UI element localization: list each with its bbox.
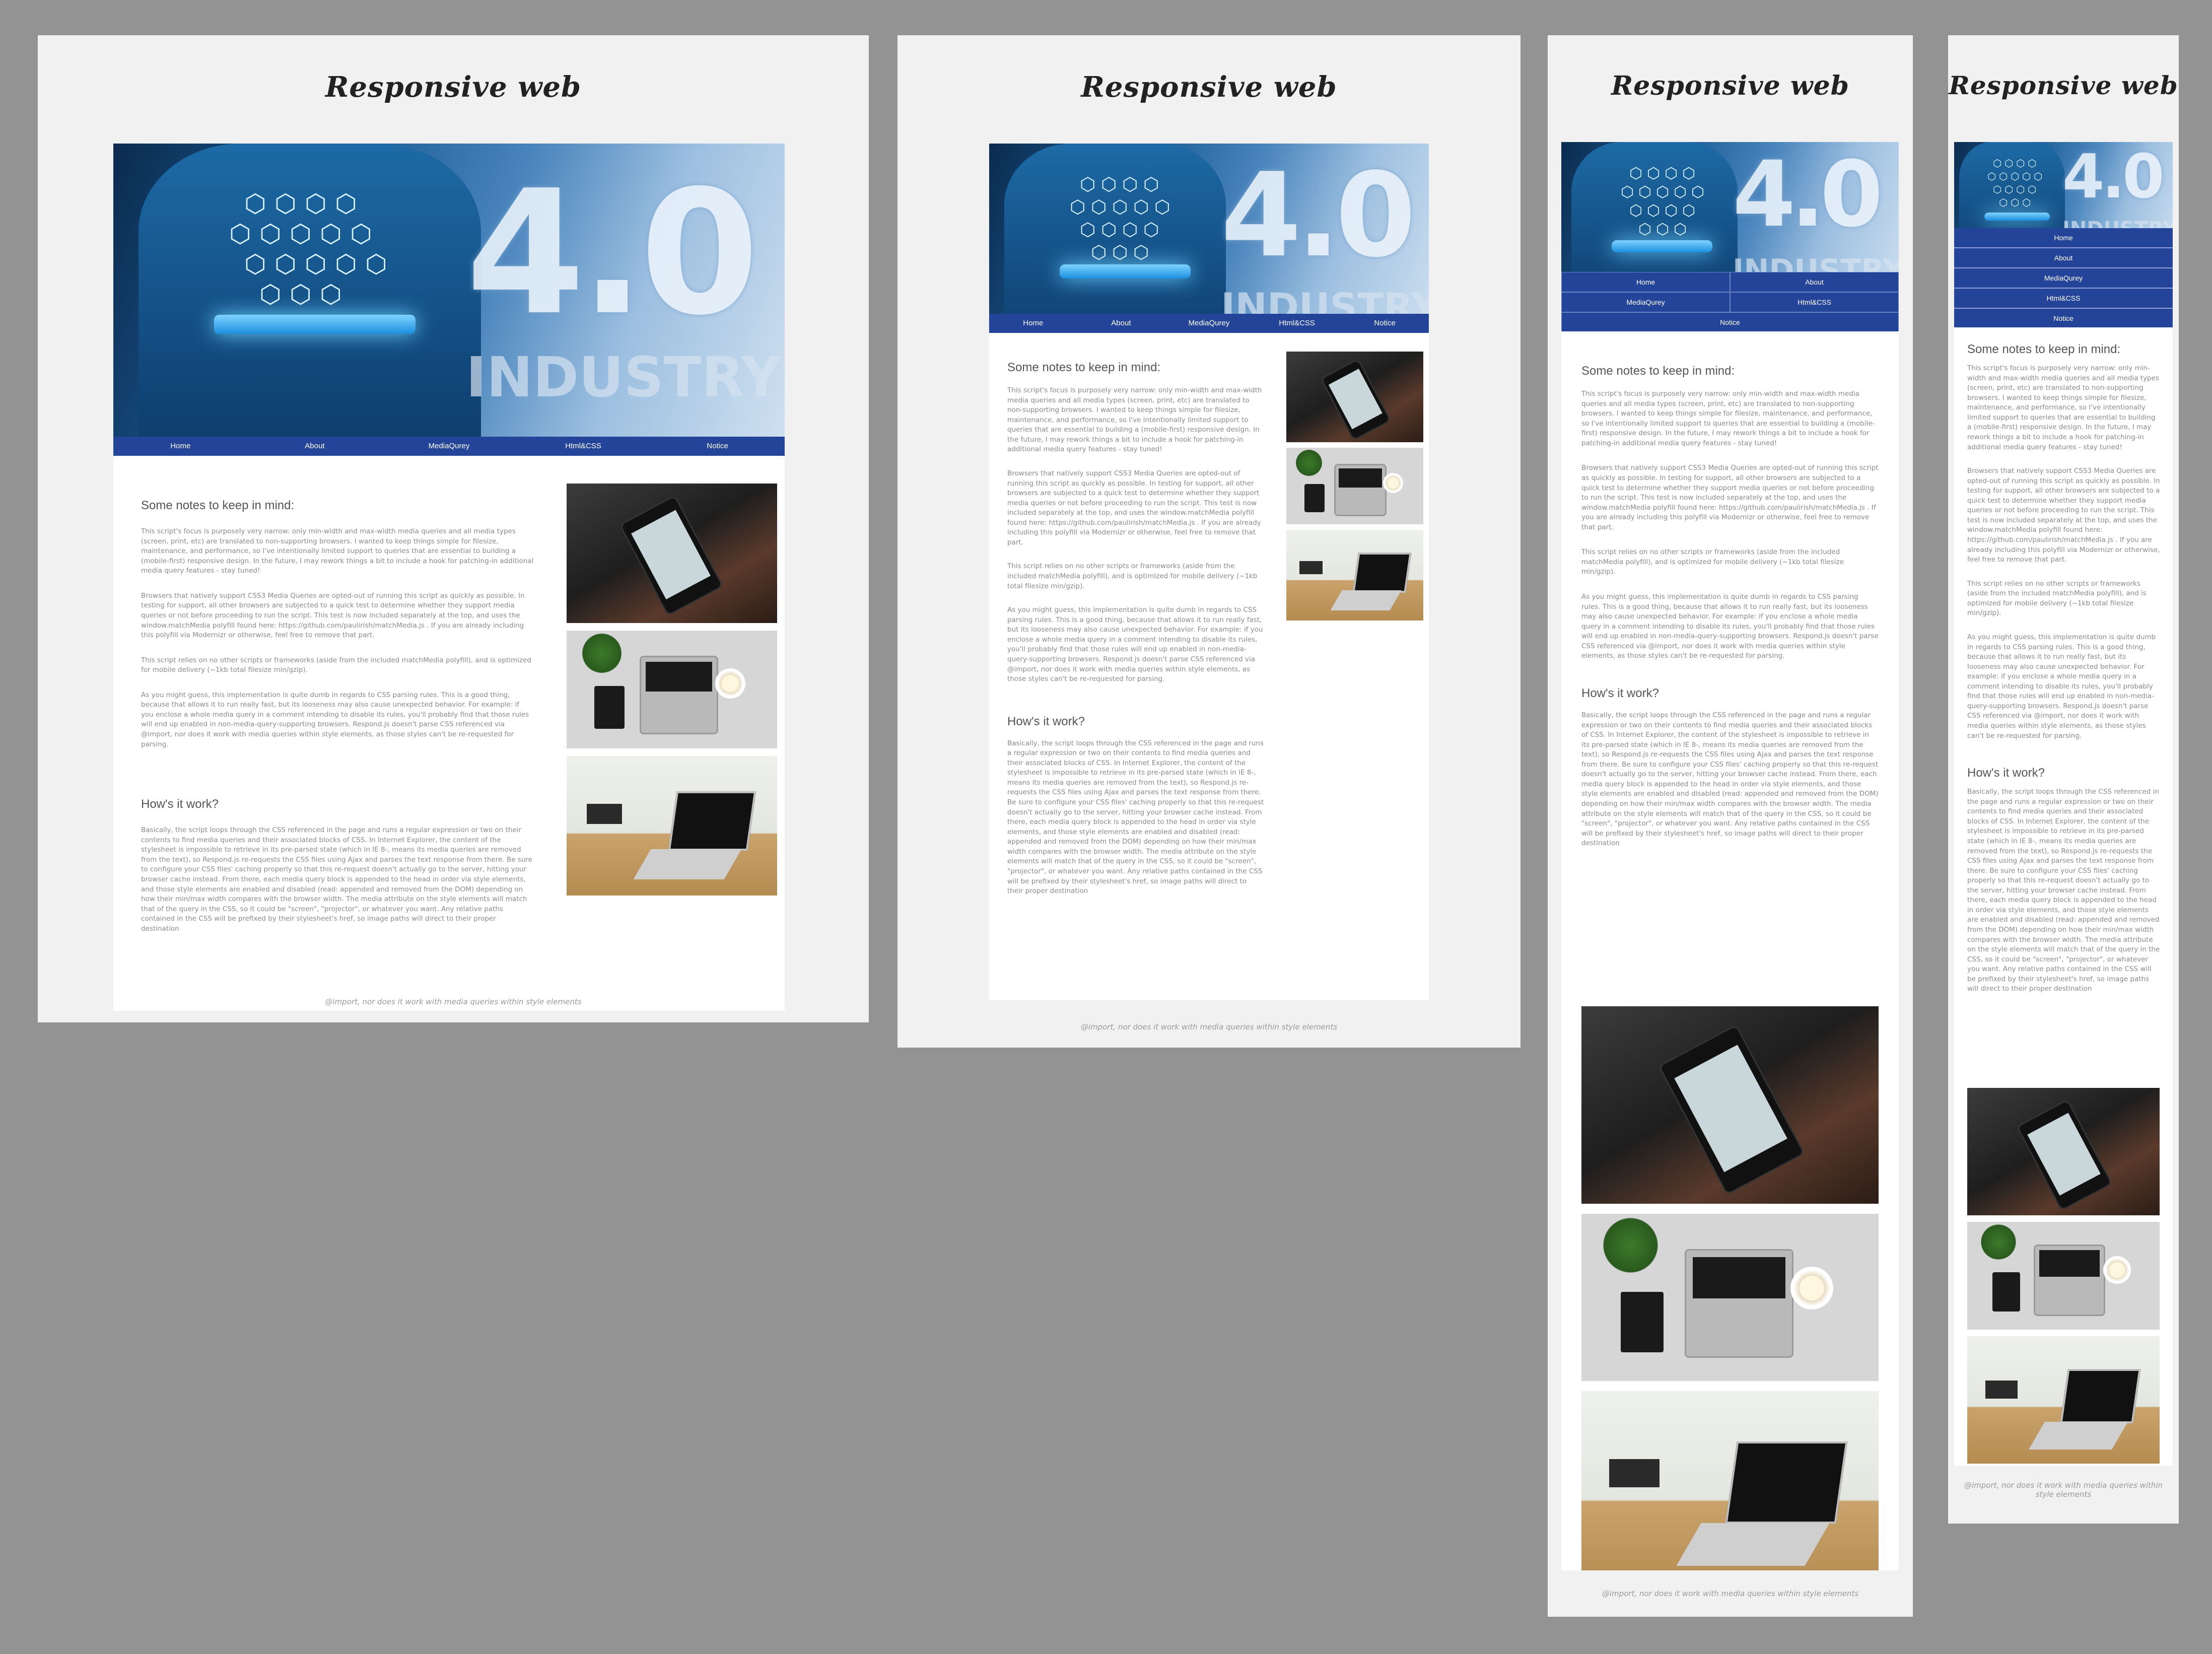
- footer: @import, nor does it work with media que…: [1964, 1481, 2163, 1499]
- frame-tablet: Responsive web ⬡ ⬡ ⬡ ⬡ ⬡ ⬡ ⬡ ⬡ ⬡ ⬡ ⬡ ⬡ ⬡ ⬡ ⬡ ⬡ 4…: [897, 35, 1520, 1048]
- nav-notice[interactable]: Notice: [1561, 312, 1899, 332]
- section-heading: Some notes to keep in mind:: [1967, 342, 2121, 356]
- hero-word: INDUSTRY: [466, 345, 782, 409]
- paragraph: This script's focus is purposely very na…: [1581, 390, 1875, 447]
- laptop-room-photo-icon: [567, 756, 777, 895]
- site-title: Responsive web: [1949, 71, 2178, 100]
- nav-mediaqurey[interactable]: MediaQurey: [1561, 292, 1730, 312]
- nav-htmlcss[interactable]: Html&CSS: [1954, 289, 2173, 309]
- paragraph: Browsers that natively support CSS3 Medi…: [1007, 469, 1261, 546]
- footer: @import, nor does it work with media que…: [325, 997, 582, 1006]
- hero-tablet: [214, 315, 416, 334]
- nav-about[interactable]: About: [1730, 272, 1899, 292]
- phone-photo-icon: [1286, 352, 1423, 442]
- article: Some notes to keep in mind: This script'…: [1967, 342, 2161, 994]
- article: Some notes to keep in mind: This script'…: [141, 499, 534, 934]
- nav-home[interactable]: Home: [989, 314, 1077, 333]
- paragraph: Browsers that natively support CSS3 Medi…: [1581, 464, 1879, 531]
- nav-bar: Home About MediaQurey Html&CSS Notice: [989, 314, 1429, 333]
- nav-bar: Home About MediaQurey Html&CSS Notice: [113, 437, 785, 456]
- hero-number: 4.0: [1221, 149, 1416, 283]
- laptop-room-photo-icon: [1967, 1336, 2160, 1464]
- main-content: Some notes to keep in mind: This script'…: [989, 333, 1429, 1000]
- paragraph: Basically, the script loops through the …: [141, 826, 532, 933]
- section-heading: Some notes to keep in mind:: [141, 499, 295, 512]
- phone-photo-icon: [1581, 1006, 1879, 1204]
- main-content: Some notes to keep in mind: This script'…: [1561, 331, 1899, 1570]
- paragraph: Basically, the script loops through the …: [1581, 711, 1879, 848]
- frame-narrow: Responsive web ⬡ ⬡ ⬡ ⬡ ⬡ ⬡ ⬡ ⬡ ⬡ ⬡ ⬡ ⬡ ⬡ ⬡ ⬡ ⬡ 4…: [1548, 35, 1913, 1617]
- section-heading: How's it work?: [1007, 714, 1085, 728]
- phone-photo-icon: [567, 484, 777, 623]
- paragraph: Browsers that natively support CSS3 Medi…: [141, 591, 525, 640]
- laptop-room-photo-icon: [1581, 1391, 1879, 1570]
- paragraph: As you might guess, this implementation …: [1967, 633, 2156, 740]
- paragraph: This script's focus is purposely very na…: [1967, 364, 2159, 451]
- paragraph: As you might guess, this implementation …: [1007, 606, 1263, 683]
- nav-htmlcss[interactable]: Html&CSS: [1253, 314, 1341, 333]
- nav-mediaqurey[interactable]: MediaQurey: [382, 437, 516, 456]
- hero-number: 4.0: [2062, 142, 2165, 212]
- nav-about[interactable]: About: [248, 437, 382, 456]
- paragraph: As you might guess, this implementation …: [141, 691, 529, 748]
- paragraph: Basically, the script loops through the …: [1007, 739, 1264, 895]
- paragraph: This script relies on no other scripts o…: [1007, 562, 1258, 590]
- paragraph: This script relies on no other scripts o…: [1581, 548, 1844, 576]
- nav-bar: Home About MediaQurey Html&CSS Notice: [1954, 228, 2173, 329]
- paragraph: This script relies on no other scripts o…: [141, 656, 531, 674]
- hero-number: 4.0: [1733, 142, 1883, 247]
- main-content: Some notes to keep in mind: This script'…: [113, 456, 785, 1011]
- nav-notice[interactable]: Notice: [650, 437, 785, 456]
- site-title: Responsive web: [1081, 71, 1337, 104]
- site-title: Responsive web: [325, 71, 582, 104]
- hero-icon-grid: ⬡ ⬡ ⬡ ⬡ ⬡ ⬡ ⬡ ⬡ ⬡ ⬡ ⬡ ⬡ ⬡ ⬡ ⬡ ⬡ ⬡: [229, 189, 387, 308]
- nav-notice[interactable]: Notice: [1341, 314, 1429, 333]
- paragraph: Browsers that natively support CSS3 Medi…: [1967, 467, 2160, 564]
- hero-banner: ⬡ ⬡ ⬡ ⬡ ⬡ ⬡ ⬡ ⬡ ⬡ ⬡ ⬡ ⬡ ⬡ ⬡ ⬡ ⬡ ⬡ 4.0 INDUSTRY: [113, 144, 785, 437]
- hero-number: 4.0: [466, 154, 759, 353]
- laptop-desk-photo-icon: [567, 631, 777, 748]
- section-heading: How's it work?: [1581, 686, 1659, 700]
- article: Some notes to keep in mind: This script'…: [1581, 364, 1879, 849]
- nav-htmlcss[interactable]: Html&CSS: [516, 437, 651, 456]
- section-heading: How's it work?: [1967, 766, 2045, 780]
- nav-bar: Home About MediaQurey Html&CSS Notice: [1561, 272, 1899, 332]
- section-heading: How's it work?: [141, 797, 219, 811]
- footer: @import, nor does it work with media que…: [1080, 1022, 1338, 1031]
- paragraph: As you might guess, this implementation …: [1581, 593, 1879, 660]
- main-content: Some notes to keep in mind: This script'…: [1954, 327, 2173, 1466]
- laptop-desk-photo-icon: [1581, 1214, 1879, 1381]
- article: Some notes to keep in mind: This script'…: [1007, 361, 1264, 897]
- nav-home[interactable]: Home: [113, 437, 248, 456]
- site-title: Responsive web: [1611, 71, 1850, 101]
- section-heading: Some notes to keep in mind:: [1581, 364, 1735, 378]
- frame-desktop: Responsive web ⬡ ⬡ ⬡ ⬡ ⬡ ⬡ ⬡ ⬡ ⬡ ⬡ ⬡ ⬡ ⬡ ⬡ ⬡ ⬡ ⬡…: [38, 35, 869, 1022]
- laptop-desk-photo-icon: [1286, 448, 1423, 524]
- nav-home[interactable]: Home: [1954, 228, 2173, 248]
- nav-about[interactable]: About: [1077, 314, 1165, 333]
- hero-icon-grid: ⬡ ⬡ ⬡ ⬡ ⬡ ⬡ ⬡ ⬡ ⬡ ⬡ ⬡ ⬡ ⬡ ⬡ ⬡ ⬡: [1987, 158, 2043, 209]
- hero-icon-grid: ⬡ ⬡ ⬡ ⬡ ⬡ ⬡ ⬡ ⬡ ⬡ ⬡ ⬡ ⬡ ⬡ ⬡ ⬡ ⬡: [1070, 174, 1170, 262]
- footer: @import, nor does it work with media que…: [1602, 1589, 1859, 1598]
- paragraph: Basically, the script loops through the …: [1967, 788, 2160, 993]
- laptop-room-photo-icon: [1286, 530, 1423, 621]
- paragraph: This script's focus is purposely very na…: [141, 527, 534, 575]
- hero-icon-grid: ⬡ ⬡ ⬡ ⬡ ⬡ ⬡ ⬡ ⬡ ⬡ ⬡ ⬡ ⬡ ⬡ ⬡ ⬡ ⬡: [1621, 165, 1705, 238]
- paragraph: This script's focus is purposely very na…: [1007, 386, 1262, 454]
- frame-mobile: Responsive web ⬡ ⬡ ⬡ ⬡ ⬡ ⬡ ⬡ ⬡ ⬡ ⬡ ⬡ ⬡ ⬡ ⬡ ⬡ ⬡ 4…: [1948, 35, 2179, 1524]
- phone-photo-icon: [1967, 1088, 2160, 1215]
- nav-notice[interactable]: Notice: [1954, 309, 2173, 329]
- nav-mediaqurey[interactable]: MediaQurey: [1165, 314, 1253, 333]
- section-heading: Some notes to keep in mind:: [1007, 361, 1161, 374]
- nav-htmlcss[interactable]: Html&CSS: [1730, 292, 1899, 312]
- paragraph: This script relies on no other scripts o…: [1967, 579, 2147, 617]
- nav-home[interactable]: Home: [1561, 272, 1730, 292]
- nav-mediaqurey[interactable]: MediaQurey: [1954, 268, 2173, 289]
- nav-about[interactable]: About: [1954, 248, 2173, 268]
- laptop-desk-photo-icon: [1967, 1222, 2160, 1330]
